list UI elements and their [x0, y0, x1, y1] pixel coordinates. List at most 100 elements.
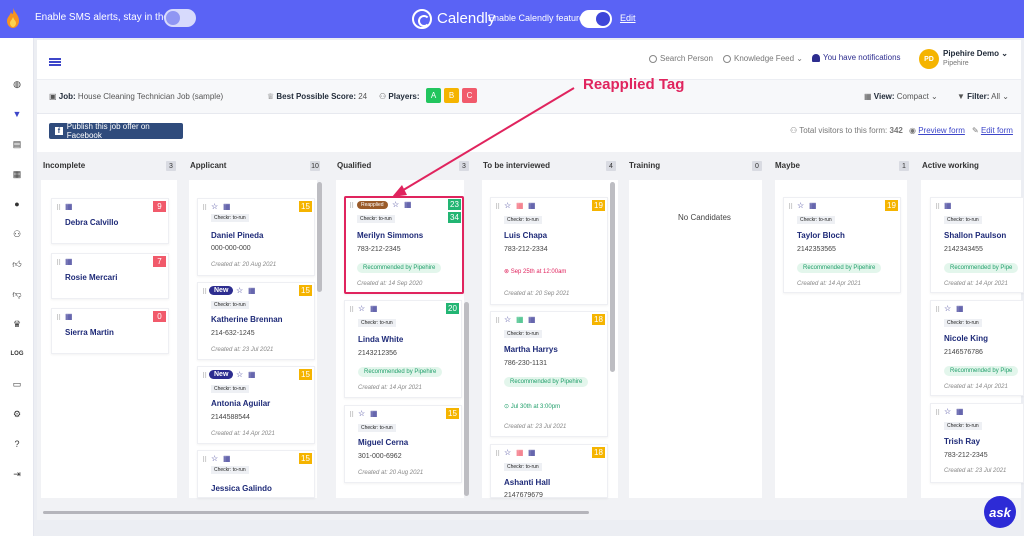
filter-selector[interactable]: ▼ Filter: All ⌄	[957, 92, 1009, 101]
calendar-small-icon[interactable]: ▦	[370, 409, 378, 418]
player-c-badge[interactable]: C	[462, 88, 477, 103]
calendar-small-icon[interactable]: ▦	[956, 304, 964, 313]
candidate-card[interactable]: ⠿ New ☆ ▦ 15 Checkr: to-run Katherine Br…	[197, 282, 315, 360]
calendar-small-icon[interactable]: ▦	[370, 304, 378, 313]
candidate-card[interactable]: ⠿ ☆ ▦ 15 Checkr: to-run Miguel Cerna 301…	[344, 405, 462, 483]
edit-form-link[interactable]: Edit form	[981, 126, 1013, 135]
help-icon[interactable]: ?	[10, 437, 24, 451]
folder-icon[interactable]: ▭	[10, 377, 24, 391]
drag-handle-icon[interactable]: ⠿	[935, 203, 940, 211]
calendar-icon[interactable]: ▦	[10, 167, 24, 181]
user-icon[interactable]: ●	[10, 197, 24, 211]
player-a-badge[interactable]: A	[426, 88, 441, 103]
candidate-name[interactable]: Luis Chapa	[504, 231, 547, 240]
candidate-card[interactable]: ⠿ ▦ 7 Rosie Mercari	[51, 253, 169, 299]
publish-facebook-button[interactable]: f Publish this job offer on Facebook	[49, 122, 183, 140]
candidate-card[interactable]: ⠿ ☆ ▦ 15 Checkr: to-run Daniel Pineda 00…	[197, 198, 315, 276]
drag-handle-icon[interactable]: ⠿	[495, 450, 500, 458]
calendar-small-icon[interactable]: ▦	[809, 201, 817, 210]
candidate-name[interactable]: Ashanti Hall	[504, 478, 550, 487]
drag-handle-icon[interactable]: ⠿	[202, 372, 207, 380]
calendar-small-icon[interactable]: ▦	[944, 201, 952, 210]
qualified-scrollbar[interactable]	[464, 302, 469, 496]
star-icon[interactable]: ☆	[797, 201, 804, 210]
star-icon[interactable]: ☆	[504, 201, 511, 210]
drag-handle-icon[interactable]: ⠿	[202, 456, 207, 464]
board-horizontal-scrollbar[interactable]	[43, 511, 589, 514]
candidate-card[interactable]: ⠿ ☆ ▦ 19 Checkr: to-run Taylor Bloch 214…	[783, 197, 901, 293]
star-icon[interactable]: ☆	[236, 370, 243, 379]
candidate-name[interactable]: Sierra Martin	[65, 328, 114, 337]
candidate-name[interactable]: Trish Ray	[944, 437, 980, 446]
star-icon[interactable]: ☆	[504, 315, 511, 324]
calendar-small-icon[interactable]: ▦	[516, 448, 524, 457]
thumbs-down-icon[interactable]: 👎︎	[10, 287, 24, 301]
search-person-link[interactable]: Search Person	[649, 54, 713, 63]
calendar-small-icon[interactable]: ▦	[248, 370, 256, 379]
star-icon[interactable]: ☆	[504, 448, 511, 457]
star-icon[interactable]: ☆	[944, 407, 951, 416]
candidate-name[interactable]: Daniel Pineda	[211, 231, 263, 240]
document-icon[interactable]: ▤	[10, 137, 24, 151]
users-icon[interactable]: ⚇	[10, 227, 24, 241]
calendly-edit-link[interactable]: Edit	[620, 13, 636, 23]
view-selector[interactable]: ▦ View: Compact ⌄	[864, 92, 938, 101]
thumbs-up-icon[interactable]: 👍︎	[10, 257, 24, 271]
avatar[interactable]: PD	[919, 49, 939, 69]
drag-handle-icon[interactable]: ⠿	[56, 204, 61, 212]
drag-handle-icon[interactable]: ⠿	[495, 203, 500, 211]
applicant-scrollbar[interactable]	[317, 182, 322, 292]
drag-handle-icon[interactable]: ⠿	[788, 203, 793, 211]
star-icon[interactable]: ☆	[211, 454, 218, 463]
candidate-name[interactable]: Rosie Mercari	[65, 273, 117, 282]
calendar-small-icon[interactable]: ▦	[65, 312, 73, 321]
candidate-name[interactable]: Martha Harrys	[504, 345, 558, 354]
preview-form-link[interactable]: Preview form	[918, 126, 965, 135]
sms-toggle[interactable]	[164, 9, 196, 27]
candidate-card[interactable]: ⠿ ☆ ▦ ▦ 19 Checkr: to-run Luis Chapa 783…	[490, 197, 608, 305]
star-icon[interactable]: ☆	[944, 304, 951, 313]
calendar-small-icon[interactable]: ▦	[65, 202, 73, 211]
player-b-badge[interactable]: B	[444, 88, 459, 103]
calendar-small-icon[interactable]: ▦	[528, 448, 536, 457]
candidate-card[interactable]: ⠿ New ☆ ▦ 15 Checkr: to-run Antonia Agui…	[197, 366, 315, 444]
drag-handle-icon[interactable]: ⠿	[202, 288, 207, 296]
calendar-small-icon[interactable]: ▦	[516, 315, 524, 324]
star-icon[interactable]: ☆	[211, 202, 218, 211]
calendly-toggle[interactable]	[580, 10, 612, 28]
job-selector[interactable]: ▣ Job: House Cleaning Technician Job (sa…	[49, 92, 223, 101]
drag-handle-icon[interactable]: ⠿	[349, 306, 354, 314]
candidate-card[interactable]: ⠿ ☆ ▦ Checkr: to-run Trish Ray 783-212-2…	[930, 403, 1024, 483]
star-icon[interactable]: ☆	[358, 409, 365, 418]
gear-icon[interactable]: ⚙	[10, 407, 24, 421]
ask-chat-button[interactable]: ask	[984, 496, 1016, 528]
calendar-small-icon[interactable]: ▦	[956, 407, 964, 416]
drag-handle-icon[interactable]: ⠿	[495, 317, 500, 325]
calendar-small-icon[interactable]: ▦	[516, 201, 524, 210]
calendar-small-icon[interactable]: ▦	[65, 257, 73, 266]
candidate-name[interactable]: Debra Calvillo	[65, 218, 118, 227]
drag-handle-icon[interactable]: ⠿	[56, 314, 61, 322]
candidate-name[interactable]: Taylor Bloch	[797, 231, 845, 240]
dashboard-icon[interactable]: ◍	[10, 77, 24, 91]
star-icon[interactable]: ☆	[236, 286, 243, 295]
drag-handle-icon[interactable]: ⠿	[202, 204, 207, 212]
drag-handle-icon[interactable]: ⠿	[56, 259, 61, 267]
preview-form-item[interactable]: ◉ Preview form	[909, 126, 965, 135]
drag-handle-icon[interactable]: ⠿	[349, 411, 354, 419]
candidate-card[interactable]: ⠿ ☆ ▦ 15 Checkr: to-run Jessica Galindo	[197, 450, 315, 498]
candidate-name[interactable]: Miguel Cerna	[358, 438, 408, 447]
calendar-small-icon[interactable]: ▦	[223, 454, 231, 463]
calendar-small-icon[interactable]: ▦	[248, 286, 256, 295]
notifications-link[interactable]: You have notifications	[812, 53, 901, 62]
candidate-card[interactable]: ⠿ ▦ 9 Debra Calvillo	[51, 198, 169, 244]
trophy-icon[interactable]: ♛	[10, 317, 24, 331]
knowledge-feed-menu[interactable]: Knowledge Feed ⌄	[723, 54, 803, 63]
candidate-card[interactable]: ⠿ ☆ ▦ 20 Checkr: to-run Linda White 2143…	[344, 300, 462, 398]
candidate-name[interactable]: Katherine Brennan	[211, 315, 283, 324]
candidate-card[interactable]: ⠿ ☆ ▦ Checkr: to-run Nicole King 2146576…	[930, 300, 1024, 396]
candidate-name[interactable]: Antonia Aguilar	[211, 399, 270, 408]
candidate-name[interactable]: Nicole King	[944, 334, 988, 343]
logout-icon[interactable]: ⇥	[10, 467, 24, 481]
calendar-small-icon[interactable]: ▦	[223, 202, 231, 211]
